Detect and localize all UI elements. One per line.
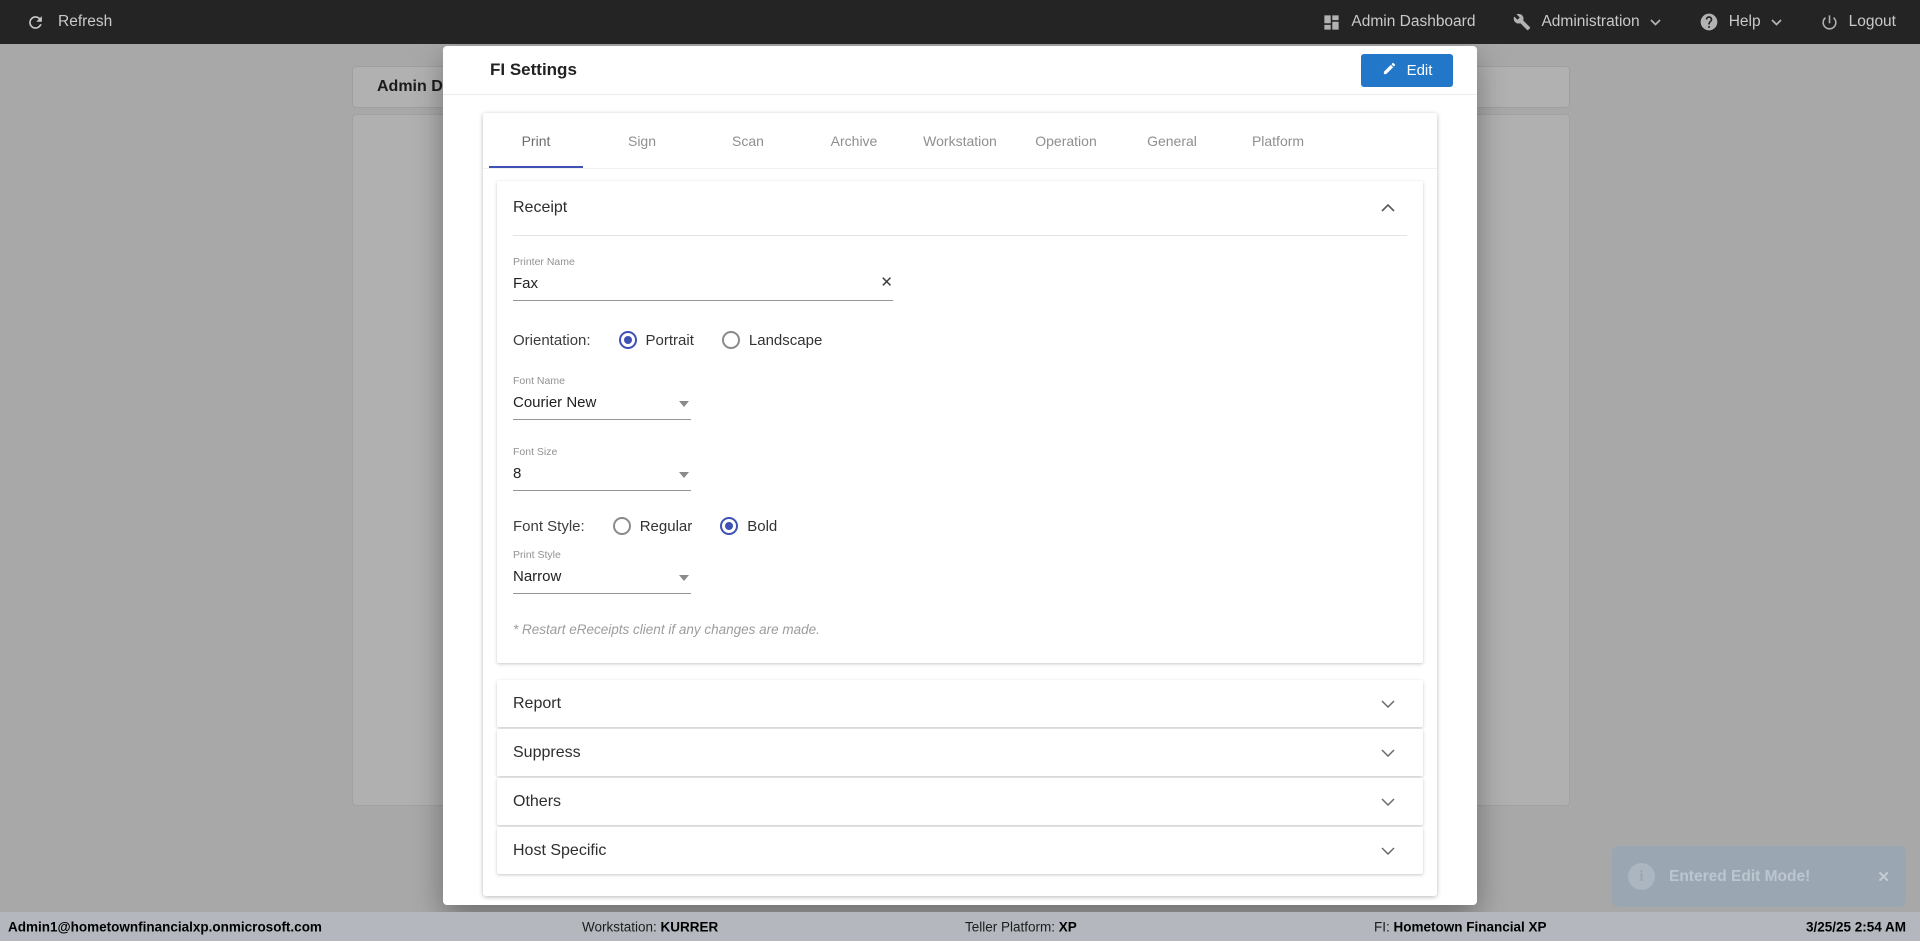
font-size-select[interactable]: Font Size 8 xyxy=(513,446,691,491)
edit-button[interactable]: Edit xyxy=(1361,53,1453,87)
suppress-section-title: Suppress xyxy=(513,743,581,761)
font-style-bold-radio[interactable]: Bold xyxy=(720,517,777,535)
fi-status: FI: Hometown Financial XP xyxy=(1374,919,1547,934)
chevron-down-icon xyxy=(1381,748,1395,757)
refresh-icon xyxy=(26,13,45,32)
dashboard-icon xyxy=(1322,13,1341,32)
chevron-down-icon xyxy=(1381,846,1395,855)
toast-notification: i Entered Edit Mode! ✕ xyxy=(1612,846,1906,907)
tab-sign[interactable]: Sign xyxy=(589,113,695,168)
administration-label: Administration xyxy=(1541,13,1640,30)
administration-menu[interactable]: Administration xyxy=(1513,13,1661,31)
tab-general[interactable]: General xyxy=(1119,113,1225,168)
orientation-label: Orientation: xyxy=(513,331,591,349)
host-specific-section-title: Host Specific xyxy=(513,841,607,859)
font-size-value[interactable]: 8 xyxy=(513,458,691,491)
chevron-down-icon xyxy=(1650,18,1661,26)
restart-note: * Restart eReceipts client if any change… xyxy=(513,622,820,637)
chevron-down-icon xyxy=(1381,797,1395,806)
others-section-title: Others xyxy=(513,792,562,810)
print-style-label: Print Style xyxy=(513,549,561,561)
printer-name-field[interactable]: Printer Name Fax ✕ xyxy=(513,256,893,301)
chevron-up-icon xyxy=(1381,204,1395,212)
help-icon xyxy=(1699,12,1719,32)
admin-dashboard-label: Admin Dashboard xyxy=(1351,13,1476,30)
tab-workstation[interactable]: Workstation xyxy=(907,113,1013,168)
admin-dashboard-button[interactable]: Admin Dashboard xyxy=(1322,13,1475,32)
report-section-title: Report xyxy=(513,694,562,712)
tab-platform[interactable]: Platform xyxy=(1225,113,1331,168)
bold-label: Bold xyxy=(747,517,778,535)
edit-button-label: Edit xyxy=(1406,61,1433,79)
radio-selected-icon xyxy=(720,517,739,535)
power-icon xyxy=(1820,13,1839,32)
tab-archive[interactable]: Archive xyxy=(801,113,907,168)
orientation-landscape-radio[interactable]: Landscape xyxy=(721,331,823,349)
font-name-label: Font Name xyxy=(513,375,565,387)
logout-button[interactable]: Logout xyxy=(1820,13,1896,32)
teller-platform-status: Teller Platform: XP xyxy=(965,919,1077,934)
chevron-down-icon xyxy=(1381,699,1395,708)
datetime-status: 3/25/25 2:54 AM xyxy=(1805,919,1906,934)
receipt-section: Receipt Printer Name Fax ✕ Orientation: … xyxy=(497,181,1423,663)
refresh-button[interactable]: Refresh xyxy=(26,13,112,32)
chevron-down-icon xyxy=(1770,18,1782,26)
help-menu[interactable]: Help xyxy=(1699,12,1782,32)
workstation-status: Workstation: KURRER xyxy=(582,919,719,934)
regular-label: Regular xyxy=(639,517,693,535)
orientation-portrait-radio[interactable]: Portrait xyxy=(618,331,694,349)
portrait-label: Portrait xyxy=(645,331,694,349)
dropdown-arrow-icon xyxy=(679,472,689,478)
font-style-row: Font Style: Regular Bold xyxy=(513,517,1407,535)
toast-close-icon[interactable]: ✕ xyxy=(1877,868,1890,886)
font-name-value[interactable]: Courier New xyxy=(513,387,691,420)
refresh-label: Refresh xyxy=(58,13,113,30)
font-style-regular-radio[interactable]: Regular xyxy=(612,517,693,535)
font-size-label: Font Size xyxy=(513,446,558,458)
fi-settings-dialog: FI Settings Edit Print Sign Scan Archive… xyxy=(443,46,1477,905)
tab-scan[interactable]: Scan xyxy=(695,113,801,168)
clear-icon[interactable]: ✕ xyxy=(880,273,893,291)
orientation-row: Orientation: Portrait Landscape xyxy=(513,331,1407,349)
printer-name-value[interactable]: Fax xyxy=(513,268,893,301)
others-section-header[interactable]: Others xyxy=(497,778,1423,825)
status-bar: Admin1@hometownfinancialxp.onmicrosoft.c… xyxy=(0,912,1920,941)
pencil-icon xyxy=(1382,61,1397,80)
dialog-title: FI Settings xyxy=(490,60,577,79)
toast-message: Entered Edit Mode! xyxy=(1669,867,1811,885)
receipt-section-title: Receipt xyxy=(513,199,568,216)
print-style-select[interactable]: Print Style Narrow xyxy=(513,549,691,594)
radio-unselected-icon xyxy=(721,331,740,349)
landscape-label: Landscape xyxy=(748,331,823,349)
receipt-section-header[interactable]: Receipt xyxy=(497,181,1423,235)
logged-in-user: Admin1@hometownfinancialxp.onmicrosoft.c… xyxy=(8,919,322,934)
settings-card: Print Sign Scan Archive Workstation Oper… xyxy=(483,113,1437,896)
tab-operation[interactable]: Operation xyxy=(1013,113,1119,168)
settings-tab-bar: Print Sign Scan Archive Workstation Oper… xyxy=(483,113,1437,169)
logout-label: Logout xyxy=(1848,13,1896,30)
help-label: Help xyxy=(1728,13,1761,30)
info-icon: i xyxy=(1628,863,1655,890)
printer-name-label: Printer Name xyxy=(513,256,575,268)
host-specific-section-header[interactable]: Host Specific xyxy=(497,827,1423,874)
print-style-value[interactable]: Narrow xyxy=(513,561,691,594)
dialog-header: FI Settings Edit xyxy=(443,46,1477,95)
font-name-select[interactable]: Font Name Courier New xyxy=(513,375,691,420)
tab-print[interactable]: Print xyxy=(483,113,589,168)
suppress-section-header[interactable]: Suppress xyxy=(497,729,1423,776)
wrench-icon xyxy=(1513,13,1531,31)
dropdown-arrow-icon xyxy=(679,401,689,407)
radio-unselected-icon xyxy=(612,517,631,535)
font-style-label: Font Style: xyxy=(513,517,585,535)
dropdown-arrow-icon xyxy=(679,575,689,581)
report-section-header[interactable]: Report xyxy=(497,680,1423,727)
radio-selected-icon xyxy=(618,331,637,349)
top-navigation-bar: Refresh Admin Dashboard Administration H… xyxy=(0,0,1920,44)
